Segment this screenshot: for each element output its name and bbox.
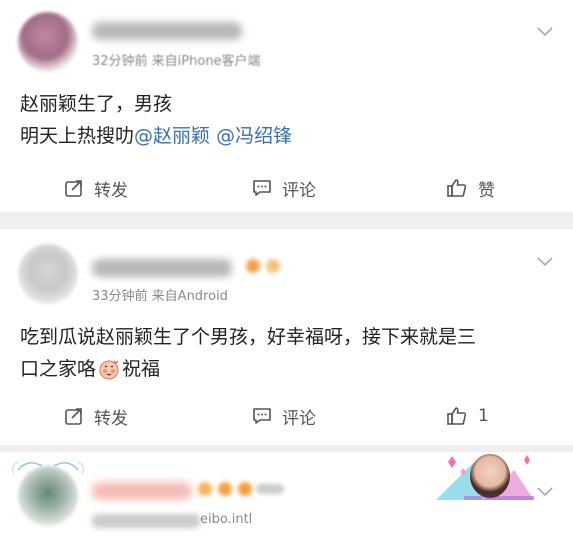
post-line: 口之家咯 祝福 — [20, 353, 560, 385]
avatar[interactable] — [18, 244, 78, 304]
post-meta: 33分钟前 来自Android — [92, 289, 228, 304]
repost-button[interactable]: 转发 — [64, 173, 128, 203]
like-label: 赞 — [478, 180, 495, 201]
post-text: 吃到瓜说赵丽颖生了个男孩，好幸福呀，接下来就是三 口之家咯 祝福 — [20, 321, 560, 385]
post-text: 赵丽颖生了，男孩 明天上热搜叻@赵丽颖 @冯绍锋 — [20, 88, 560, 152]
repost-label: 转发 — [94, 408, 128, 429]
post-line: 赵丽颖生了，男孩 — [20, 93, 173, 115]
post-actions: 转发 评论 赞 — [0, 173, 573, 203]
sticker-portrait — [470, 454, 510, 498]
avatar-frame-decoration — [12, 461, 84, 475]
username-blurred[interactable] — [92, 259, 232, 277]
comment-button[interactable]: 评论 — [252, 401, 316, 431]
like-button[interactable]: 1 — [446, 401, 489, 431]
mention-link[interactable]: @冯绍锋 — [216, 125, 292, 147]
post-card: 33分钟前 来自Android 吃到瓜说赵丽颖生了个男孩，好幸福呀，接下来就是三… — [0, 229, 573, 445]
comment-label: 评论 — [282, 408, 316, 429]
post-line-text: 口之家咯 — [20, 358, 97, 380]
thumbs-up-icon — [447, 179, 467, 197]
post-line-text: 明天上热搜叻 — [20, 125, 135, 147]
mention-link[interactable]: @赵丽颖 — [134, 125, 210, 147]
post-card: 32分钟前 来自iPhone客户端 赵丽颖生了，男孩 明天上热搜叻@赵丽颖 @冯… — [0, 0, 573, 212]
user-badge — [246, 259, 260, 273]
comment-label: 评论 — [282, 180, 316, 201]
user-badge — [238, 482, 252, 496]
repost-button[interactable]: 转发 — [64, 401, 128, 431]
post-line: 吃到瓜说赵丽颖生了个男孩，好幸福呀，接下来就是三 — [20, 326, 477, 348]
repost-icon — [65, 180, 82, 197]
post-card: eibo.intl — [0, 452, 573, 547]
chevron-down-icon[interactable] — [537, 257, 553, 267]
username-blurred[interactable] — [92, 482, 192, 500]
post-meta: 32分钟前 来自iPhone客户端 — [92, 54, 261, 69]
user-badge — [256, 484, 284, 494]
blush-emoji-icon — [99, 360, 119, 380]
avatar[interactable] — [18, 12, 78, 72]
user-badge — [266, 259, 280, 273]
weibo-feed: 32分钟前 来自iPhone客户端 赵丽颖生了，男孩 明天上热搜叻@赵丽颖 @冯… — [0, 0, 573, 547]
username-blurred[interactable] — [92, 22, 242, 40]
chevron-down-icon[interactable] — [537, 27, 553, 37]
post-line-text: 祝福 — [122, 358, 161, 380]
repost-label: 转发 — [94, 180, 128, 201]
post-line: 明天上热搜叻@赵丽颖 @冯绍锋 — [20, 120, 560, 152]
post-meta-blurred — [92, 514, 200, 528]
repost-icon — [65, 408, 82, 425]
user-badge — [198, 482, 212, 496]
comment-icon — [253, 408, 271, 424]
thumbs-up-icon — [447, 407, 467, 425]
like-button[interactable]: 赞 — [446, 173, 495, 203]
like-count: 1 — [478, 406, 489, 426]
comment-icon — [253, 180, 271, 196]
post-meta: eibo.intl — [200, 512, 253, 527]
post-actions: 转发 评论 1 — [0, 401, 573, 431]
comment-button[interactable]: 评论 — [252, 173, 316, 203]
chevron-down-icon[interactable] — [537, 487, 553, 497]
user-badge — [218, 482, 232, 496]
